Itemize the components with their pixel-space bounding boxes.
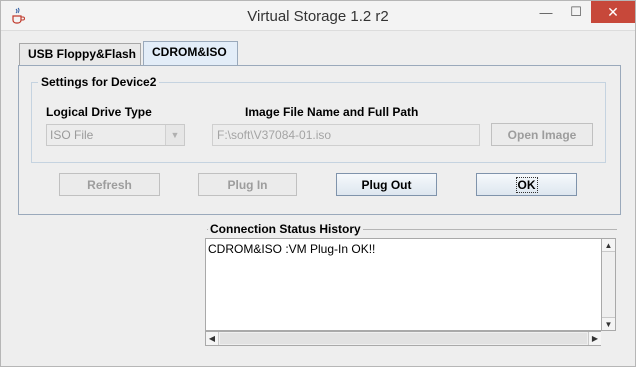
tab-panel-cdrom-iso: Settings for Device2 Logical Drive Type …: [18, 65, 621, 215]
scroll-right-icon[interactable]: ▶: [588, 332, 601, 345]
image-path-field[interactable]: F:\soft\V37084-01.iso: [212, 124, 480, 146]
image-path-label: Image File Name and Full Path: [245, 105, 419, 119]
status-history-title: Connection Status History: [208, 222, 363, 236]
plug-out-button[interactable]: Plug Out: [336, 173, 437, 196]
chevron-down-icon[interactable]: ▼: [165, 125, 184, 145]
drive-type-select[interactable]: ISO File ▼: [46, 124, 185, 146]
open-image-button[interactable]: Open Image: [491, 123, 593, 146]
drive-type-value: ISO File: [50, 128, 94, 142]
settings-group-title: Settings for Device2: [38, 75, 160, 89]
scroll-up-icon[interactable]: ▲: [602, 239, 615, 252]
settings-group: Settings for Device2 Logical Drive Type …: [31, 75, 606, 163]
tab-cdrom-iso[interactable]: CDROM&ISO: [143, 41, 238, 65]
scroll-down-icon[interactable]: ▼: [602, 317, 615, 330]
close-button[interactable]: ✕: [591, 1, 635, 23]
horizontal-scrollbar[interactable]: ◀ ▶: [205, 331, 602, 346]
refresh-button[interactable]: Refresh: [59, 173, 160, 196]
app-window: Virtual Storage 1.2 r2 — ☐ ✕ USB Floppy&…: [0, 0, 636, 367]
plug-in-button[interactable]: Plug In: [198, 173, 297, 196]
scroll-corner: [601, 331, 616, 346]
status-log[interactable]: CDROM&ISO :VM Plug-In OK!!: [205, 238, 602, 331]
vertical-scrollbar[interactable]: ▲ ▼: [601, 238, 616, 331]
scroll-left-icon[interactable]: ◀: [206, 332, 219, 345]
ok-button[interactable]: OK: [476, 173, 577, 196]
tab-usb-floppy-flash[interactable]: USB Floppy&Flash: [19, 43, 141, 65]
ok-button-label: OK: [515, 176, 538, 193]
maximize-button[interactable]: ☐: [563, 1, 589, 23]
minimize-button[interactable]: —: [529, 1, 563, 23]
horizontal-scroll-thumb[interactable]: [220, 333, 587, 344]
title-bar[interactable]: Virtual Storage 1.2 r2 — ☐ ✕: [1, 1, 635, 31]
drive-type-label: Logical Drive Type: [46, 105, 152, 119]
